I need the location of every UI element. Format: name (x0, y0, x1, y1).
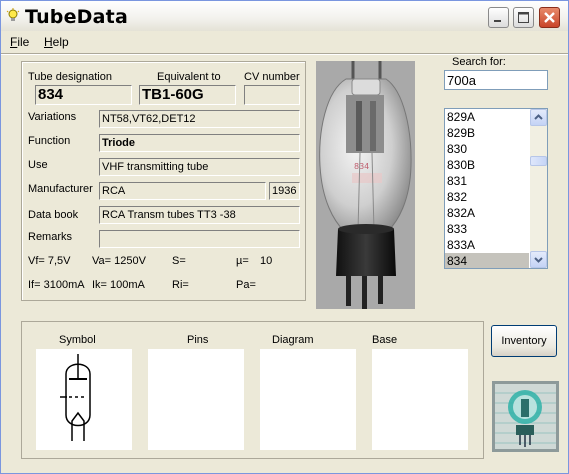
menu-file[interactable]: File (10, 35, 29, 49)
variations-label: Variations (28, 111, 77, 123)
remarks-label: Remarks (28, 231, 73, 243)
search-input[interactable]: 700a (444, 70, 548, 90)
pa-value: Pa= (236, 279, 256, 291)
svg-text:834: 834 (354, 162, 369, 171)
va-value: Va= 1250V (92, 255, 146, 267)
list-item[interactable]: 833A (445, 237, 529, 253)
app-logo[interactable] (492, 381, 559, 452)
list-item[interactable]: 832A (445, 205, 529, 221)
list-item[interactable]: 832 (445, 189, 529, 205)
maximize-button[interactable] (513, 7, 534, 28)
menu-separator (1, 53, 568, 55)
list-item[interactable]: 830 (445, 141, 529, 157)
inventory-button[interactable]: Inventory (491, 325, 557, 357)
menu-help[interactable]: Help (44, 35, 69, 49)
tubedata-window: TubeData File Help Tube designation Equi… (0, 0, 569, 474)
chevron-down-icon (534, 257, 543, 263)
lightbulb-icon (6, 8, 20, 21)
equivalent-to-label: Equivalent to (157, 71, 221, 83)
tube-list-items: 829A 829B 830 830B 831 832 832A 833 833A 834 (445, 109, 529, 268)
vacuum-tube-image: 834 (316, 61, 415, 309)
scroll-thumb[interactable] (530, 156, 547, 166)
list-item[interactable]: 834 (445, 253, 529, 268)
mu-label: µ= (236, 255, 249, 267)
tube-designation-label: Tube designation (28, 71, 112, 83)
designation-field[interactable]: 834 (35, 85, 132, 105)
chevron-up-icon (534, 114, 543, 120)
diagram-label: Diagram (272, 334, 314, 346)
triode-symbol-icon (60, 354, 91, 441)
window-title: TubeData (25, 6, 128, 28)
symbol-panel (36, 349, 132, 450)
year-field[interactable]: 1936 (269, 182, 300, 200)
tube-logo-icon (492, 381, 559, 452)
ri-value: Ri= (172, 279, 189, 291)
s-value: S= (172, 255, 186, 267)
close-button[interactable] (539, 7, 560, 28)
list-item[interactable]: 829B (445, 125, 529, 141)
title-bar[interactable]: TubeData (1, 1, 568, 31)
base-label: Base (372, 334, 398, 346)
manufacturer-field[interactable]: RCA (99, 182, 266, 200)
function-field[interactable]: Triode (99, 134, 300, 152)
vf-value: Vf= 7,5V (28, 255, 71, 267)
tube-list[interactable]: 829A 829B 830 830B 831 832 832A 833 833A 834 (444, 108, 548, 269)
menu-bar: File Help (1, 32, 568, 52)
if-value: If= 3100mA (28, 279, 85, 291)
base-panel (372, 349, 468, 450)
scroll-down-button[interactable] (530, 251, 547, 268)
search-label: Search for: (452, 56, 506, 68)
data-book-field[interactable]: RCA Transm tubes TT3 -38 (99, 206, 300, 224)
list-item[interactable]: 833 (445, 221, 529, 237)
maximize-icon (518, 12, 529, 23)
list-item[interactable]: 831 (445, 173, 529, 189)
minimize-icon (494, 20, 501, 22)
symbol-label: Symbol (59, 334, 96, 346)
use-label: Use (28, 159, 48, 171)
pins-label: Pins (187, 334, 209, 346)
list-scrollbar[interactable] (530, 109, 547, 268)
tube-photo: 834 (316, 61, 415, 309)
diagram-panel (260, 349, 356, 450)
equivalent-field[interactable]: TB1-60G (139, 85, 236, 105)
cv-number-label: CV number (244, 71, 300, 83)
use-field[interactable]: VHF transmitting tube (99, 158, 300, 176)
pins-panel (148, 349, 244, 450)
list-item[interactable]: 829A (445, 109, 529, 125)
function-label: Function (28, 135, 71, 147)
minimize-button[interactable] (488, 7, 509, 28)
variations-field[interactable]: NT58,VT62,DET12 (99, 110, 300, 128)
cv-number-field[interactable] (244, 85, 300, 105)
list-item[interactable]: 830B (445, 157, 529, 173)
scroll-up-button[interactable] (530, 109, 547, 126)
data-book-label: Data book (28, 209, 79, 221)
close-icon (544, 12, 555, 23)
manufacturer-label: Manufacturer (28, 183, 93, 195)
ik-value: Ik= 100mA (92, 279, 145, 291)
remarks-field[interactable] (99, 230, 300, 248)
mu-value: 10 (260, 255, 273, 267)
